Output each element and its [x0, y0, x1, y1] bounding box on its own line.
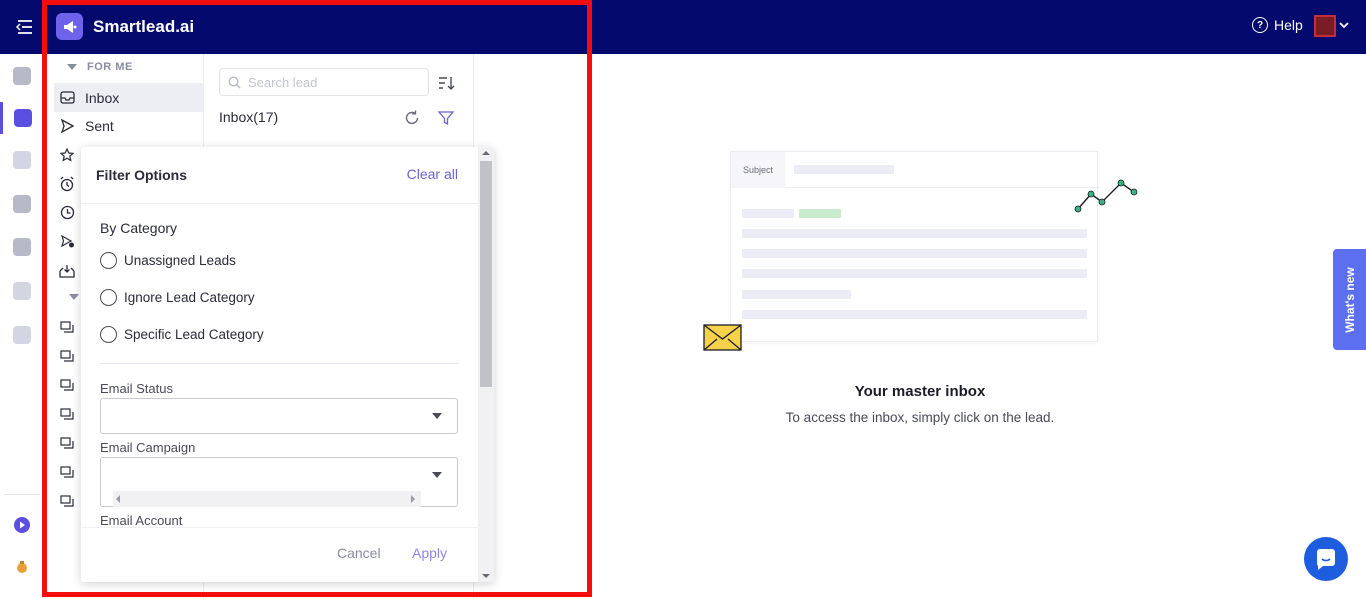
- copy-stack-icon: [59, 348, 75, 364]
- folder-snoozed[interactable]: [54, 169, 84, 198]
- money-bag-icon[interactable]: [0, 551, 43, 583]
- star-icon: [59, 147, 75, 163]
- email-accounts-nav-icon[interactable]: [0, 144, 43, 176]
- subject-label: Subject: [731, 152, 785, 188]
- analytics-nav-icon[interactable]: [0, 319, 43, 351]
- radio-button[interactable]: [100, 252, 117, 269]
- search-icon: [228, 76, 241, 88]
- folder-sent[interactable]: Sent: [54, 111, 204, 140]
- filter-options-popover: Filter Options Clear all By Category Una…: [81, 147, 494, 582]
- empty-state-title: Your master inbox: [854, 383, 986, 400]
- chat-icon: [1317, 549, 1335, 570]
- rail-divider: [4, 494, 40, 495]
- caret-down-icon: [67, 64, 77, 70]
- campaign-folder[interactable]: [54, 428, 84, 457]
- archive-tray-icon: [59, 263, 75, 279]
- category-option-unassigned[interactable]: Unassigned Leads: [100, 252, 236, 269]
- radio-button[interactable]: [100, 289, 117, 306]
- search-input[interactable]: [248, 74, 418, 90]
- send-icon: [59, 118, 75, 134]
- filter-footer: Cancel Apply: [81, 527, 478, 582]
- folder-inbox[interactable]: Inbox: [54, 83, 204, 112]
- campaign-folder[interactable]: [54, 457, 84, 486]
- help-button[interactable]: ? Help: [1252, 17, 1303, 33]
- whats-new-label: What's new: [1342, 266, 1357, 333]
- campaign-folder[interactable]: [54, 341, 84, 370]
- email-campaign-select[interactable]: [100, 457, 458, 507]
- search-box[interactable]: [219, 68, 429, 96]
- email-campaign-label: Email Campaign: [100, 440, 196, 455]
- menu-toggle-icon[interactable]: [14, 17, 36, 37]
- filter-title: Filter Options: [96, 167, 187, 183]
- radio-label: Specific Lead Category: [124, 327, 264, 342]
- scroll-thumb[interactable]: [480, 161, 492, 387]
- campaign-folder[interactable]: [54, 312, 84, 341]
- whats-new-tab[interactable]: What's new: [1333, 249, 1366, 350]
- vertical-scrollbar[interactable]: [478, 147, 494, 582]
- app-nav-rail: [0, 54, 43, 599]
- category-option-specific[interactable]: Specific Lead Category: [100, 326, 264, 343]
- filter-header: Filter Options Clear all: [81, 147, 478, 204]
- filter-icon[interactable]: [437, 109, 455, 127]
- empty-state-subtitle: To access the inbox, simply click on the…: [785, 410, 1055, 425]
- clear-all-button[interactable]: Clear all: [407, 166, 458, 182]
- alarm-clock-icon: [59, 176, 75, 192]
- by-category-heading: By Category: [100, 220, 178, 236]
- smartlead-logo-icon: [56, 13, 83, 40]
- brand-name: Smartlead.ai: [93, 17, 195, 36]
- illustration-header: Subject: [731, 152, 1099, 188]
- sort-icon[interactable]: [437, 74, 455, 92]
- chat-support-button[interactable]: [1304, 537, 1348, 581]
- folder-scheduled[interactable]: [54, 227, 84, 256]
- caret-down-icon[interactable]: [69, 294, 79, 300]
- refresh-icon[interactable]: [403, 109, 421, 127]
- email-account-label: Email Account: [100, 513, 183, 528]
- category-option-ignore[interactable]: Ignore Lead Category: [100, 289, 255, 306]
- cancel-button[interactable]: Cancel: [337, 545, 381, 561]
- email-illustration: Subject: [730, 151, 1099, 342]
- section-label: FOR ME: [87, 61, 133, 73]
- scroll-up-arrow[interactable]: [482, 151, 490, 155]
- envelope-icon: [703, 324, 742, 351]
- copy-stack-icon: [59, 319, 75, 335]
- lead-finder-nav-icon[interactable]: [0, 188, 43, 220]
- help-label: Help: [1274, 17, 1303, 33]
- copy-stack-icon: [59, 435, 75, 451]
- chevron-down-icon[interactable]: [1339, 20, 1349, 30]
- scheduled-send-icon: [59, 234, 75, 250]
- trend-graph-icon: [1074, 179, 1138, 213]
- campaigns-nav-icon[interactable]: [0, 60, 43, 92]
- play-tutorial-icon[interactable]: [0, 509, 43, 541]
- automation-nav-icon[interactable]: [0, 275, 43, 307]
- master-inbox-nav-icon[interactable]: [0, 102, 43, 134]
- caret-down-icon: [432, 472, 442, 478]
- campaign-folder[interactable]: [54, 486, 84, 515]
- folder-starred[interactable]: [54, 140, 84, 169]
- folder-reminders[interactable]: [54, 198, 84, 227]
- copy-stack-icon: [59, 493, 75, 509]
- inbox-icon: [59, 90, 75, 106]
- avatar[interactable]: [1314, 15, 1336, 37]
- folder-label: Sent: [85, 117, 114, 134]
- filter-divider: [100, 363, 459, 364]
- scroll-down-arrow[interactable]: [482, 574, 490, 578]
- folder-archive[interactable]: [54, 256, 84, 285]
- inbox-count-title: Inbox(17): [219, 109, 279, 125]
- integrations-nav-icon[interactable]: [0, 231, 43, 263]
- horizontal-scrollbar[interactable]: [113, 491, 421, 507]
- radio-button[interactable]: [100, 326, 117, 343]
- apply-button[interactable]: Apply: [412, 545, 447, 561]
- radio-label: Unassigned Leads: [124, 253, 236, 268]
- folder-label: Inbox: [85, 89, 120, 106]
- copy-stack-icon: [59, 464, 75, 480]
- for-me-section-toggle[interactable]: FOR ME: [67, 61, 133, 73]
- radio-label: Ignore Lead Category: [124, 290, 255, 305]
- clock-icon: [59, 205, 75, 221]
- question-icon: ?: [1252, 17, 1268, 33]
- top-bar: Smartlead.ai ? Help: [0, 0, 1366, 54]
